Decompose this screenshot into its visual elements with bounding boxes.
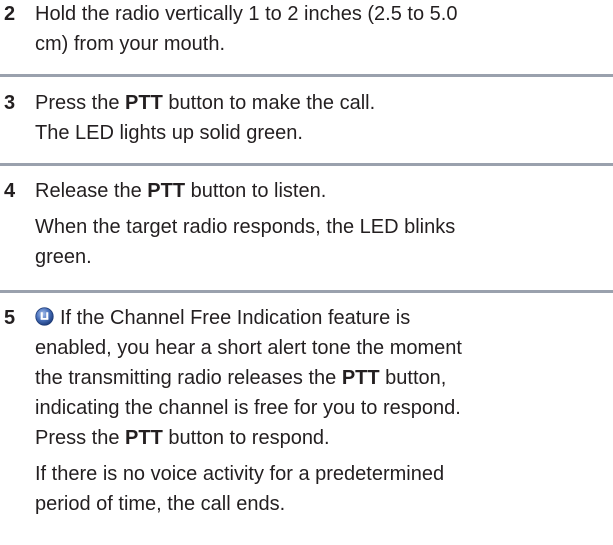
ptt-label: PTT — [125, 427, 163, 449]
step-line: If there is no voice activity for a pred… — [35, 463, 445, 485]
ptt-label: PTT — [125, 92, 163, 114]
step-number: 5 — [4, 307, 16, 329]
step-text: Hold the radio vertically 1 to 2 inches … — [35, 0, 613, 59]
step-line: Press the PTT button to make the call. — [35, 92, 376, 114]
digital-mode-icon — [35, 307, 54, 326]
step-line: When the target radio responds, the LED … — [35, 216, 456, 238]
step-line: indicating the channel is free for you t… — [35, 397, 461, 419]
step-text: Press the PTT button to make the call. T… — [35, 88, 613, 148]
ptt-label: PTT — [147, 180, 186, 202]
divider — [0, 163, 613, 166]
step-number: 2 — [4, 3, 16, 25]
step-line: Press the PTT button to respond. — [35, 427, 330, 449]
step-text: If the Channel Free Indication feature i… — [35, 303, 613, 519]
step-line: enabled, you hear a short alert tone the… — [35, 337, 462, 359]
step-line: Hold the radio vertically 1 to 2 inches … — [35, 3, 458, 25]
step-text: Release the PTT button to listen. When t… — [35, 176, 613, 272]
divider — [0, 74, 613, 77]
step-number: 3 — [4, 92, 16, 114]
step-line: Release the PTT button to listen. — [35, 180, 327, 202]
step-line: the transmitting radio releases the PTT … — [35, 367, 447, 389]
divider — [0, 290, 613, 293]
step-line: period of time, the call ends. — [35, 493, 286, 515]
step-line: cm) from your mouth. — [35, 33, 226, 55]
step-line: green. — [35, 246, 92, 268]
ptt-label: PTT — [341, 367, 380, 389]
step-line: The LED lights up solid green. — [35, 122, 303, 144]
step-line: If the Channel Free Indication feature i… — [35, 303, 613, 333]
step-number: 4 — [4, 180, 16, 202]
